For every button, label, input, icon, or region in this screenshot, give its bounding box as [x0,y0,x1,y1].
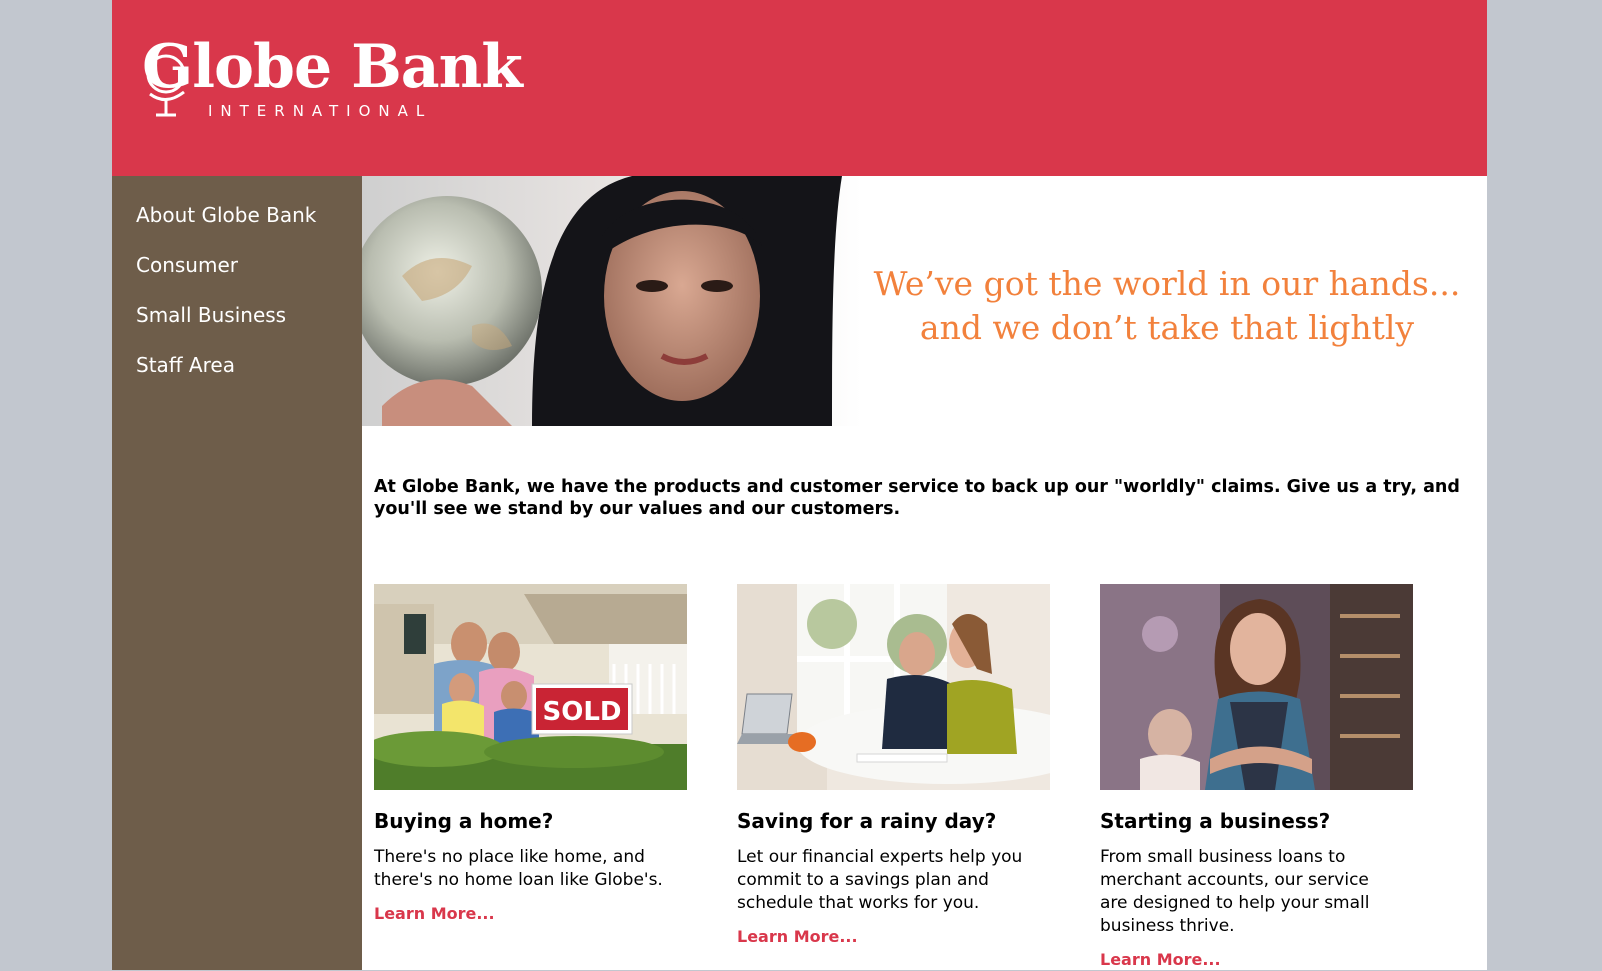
card-saving: Saving for a rainy day? Let our financia… [737,584,1057,948]
globe-bank-logo[interactable]: Globe Bank INTERNATIONAL [142,32,523,124]
intro-text: At Globe Bank, we have the products and … [374,477,1460,519]
card-title: Buying a home? [374,809,554,833]
sidebar-item-small-business[interactable]: Small Business [112,300,362,350]
hero-banner: We’ve got the world in our hands... and … [362,176,1487,426]
hero-tagline-line-2: and we don’t take that lightly [919,308,1415,347]
sold-sign-text: SOLD [543,697,622,727]
learn-more-link[interactable]: Learn More... [1100,949,1420,971]
card-image-salon-owner [1100,584,1413,790]
hero-image-woman-holding-globe [362,176,862,426]
card-title: Saving for a rainy day? [737,809,997,833]
site-header: Globe Bank INTERNATIONAL [112,0,1487,176]
card-buying-home: SOLD Buying a home? There's no place lik… [374,584,694,925]
logo-subtitle: INTERNATIONAL [208,102,433,120]
sidebar-item-staff-area[interactable]: Staff Area [112,350,362,400]
hero-tagline-line-1: We’ve got the world in our hands... [873,264,1461,303]
card-text: From small business loans to merchant ac… [1100,847,1370,936]
sidebar-nav: About Globe Bank Consumer Small Business… [112,176,362,400]
learn-more-link[interactable]: Learn More... [737,926,1057,948]
card-title: Starting a business? [1100,809,1331,833]
sidebar: About Globe Bank Consumer Small Business… [112,176,362,970]
card-business: Starting a business? From small business… [1100,584,1420,971]
card-image-savings-planning [737,584,1050,790]
sidebar-item-about[interactable]: About Globe Bank [112,200,362,250]
card-text: Let our financial experts help you commi… [737,847,1023,913]
sidebar-item-consumer[interactable]: Consumer [112,250,362,300]
hero-tagline: We’ve got the world in our hands... and … [862,262,1472,350]
learn-more-link[interactable]: Learn More... [374,903,694,925]
page: Globe Bank INTERNATIONAL About Globe Ban… [112,0,1487,970]
card-image-family-sold-house: SOLD [374,584,687,790]
logo-title: Globe Bank [142,32,523,102]
card-text: There's no place like home, and there's … [374,847,663,890]
